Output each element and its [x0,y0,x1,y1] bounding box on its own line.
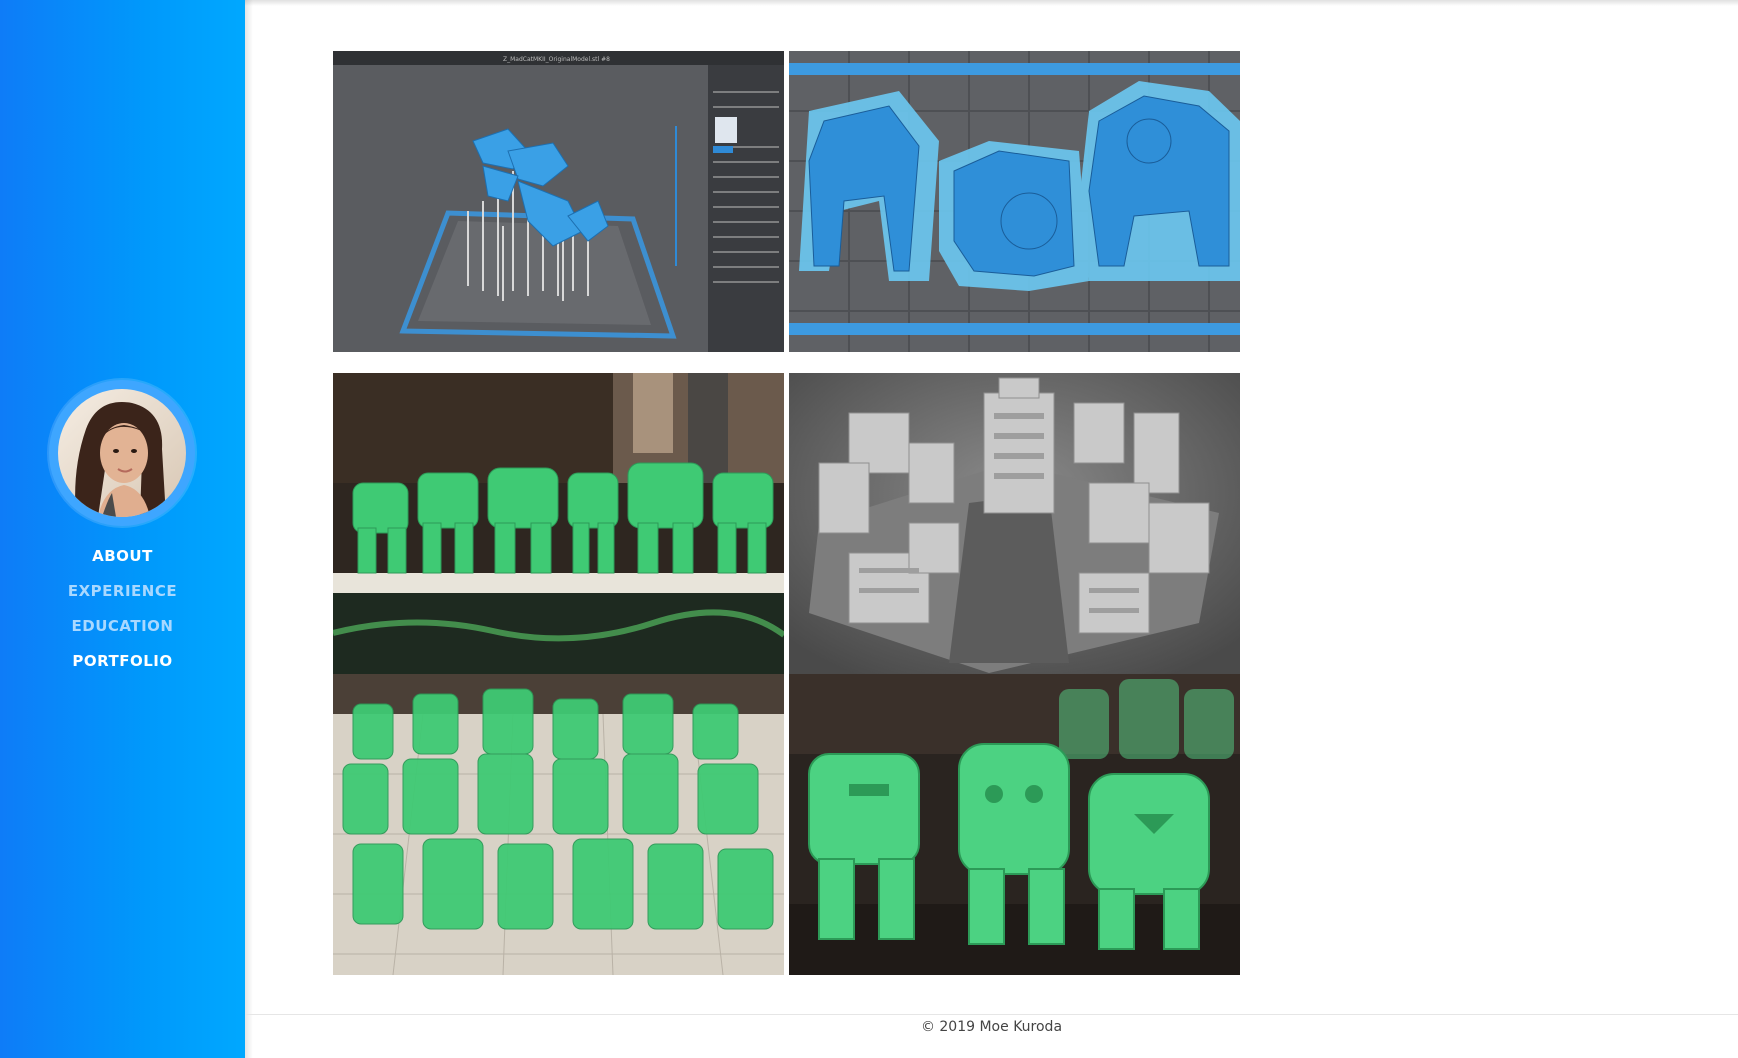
nav-education[interactable]: EDUCATION [0,615,245,650]
nav-experience[interactable]: EXPERIENCE [0,580,245,615]
gallery-image-slicer-build-plate[interactable] [789,51,1240,352]
gallery-image-green-resin-mechs-lineup[interactable] [333,373,784,674]
gallery-image-green-resin-mechs-closeup[interactable] [789,674,1240,975]
gallery-image-grey-city-terrain-render[interactable] [789,373,1240,674]
footer-divider [245,1014,1738,1015]
content-shadow [245,0,253,1058]
avatar [58,389,186,517]
main-nav: ABOUT EXPERIENCE EDUCATION PORTFOLIO [0,545,245,685]
slicer-window-title: Z_MadCatMKII_OriginalModel.stl #8 [503,56,610,63]
nav-portfolio[interactable]: PORTFOLIO [0,650,245,685]
nav-about[interactable]: ABOUT [0,545,245,580]
footer-copyright: © 2019 Moe Kuroda [920,1019,1063,1035]
gallery-image-green-resin-mech-army[interactable] [333,674,784,975]
sidebar: ABOUT EXPERIENCE EDUCATION PORTFOLIO [0,0,245,1058]
gallery-image-slicer-support-view[interactable]: Z_MadCatMKII_OriginalModel.stl #8 [333,51,784,352]
top-shadow [245,0,1738,6]
